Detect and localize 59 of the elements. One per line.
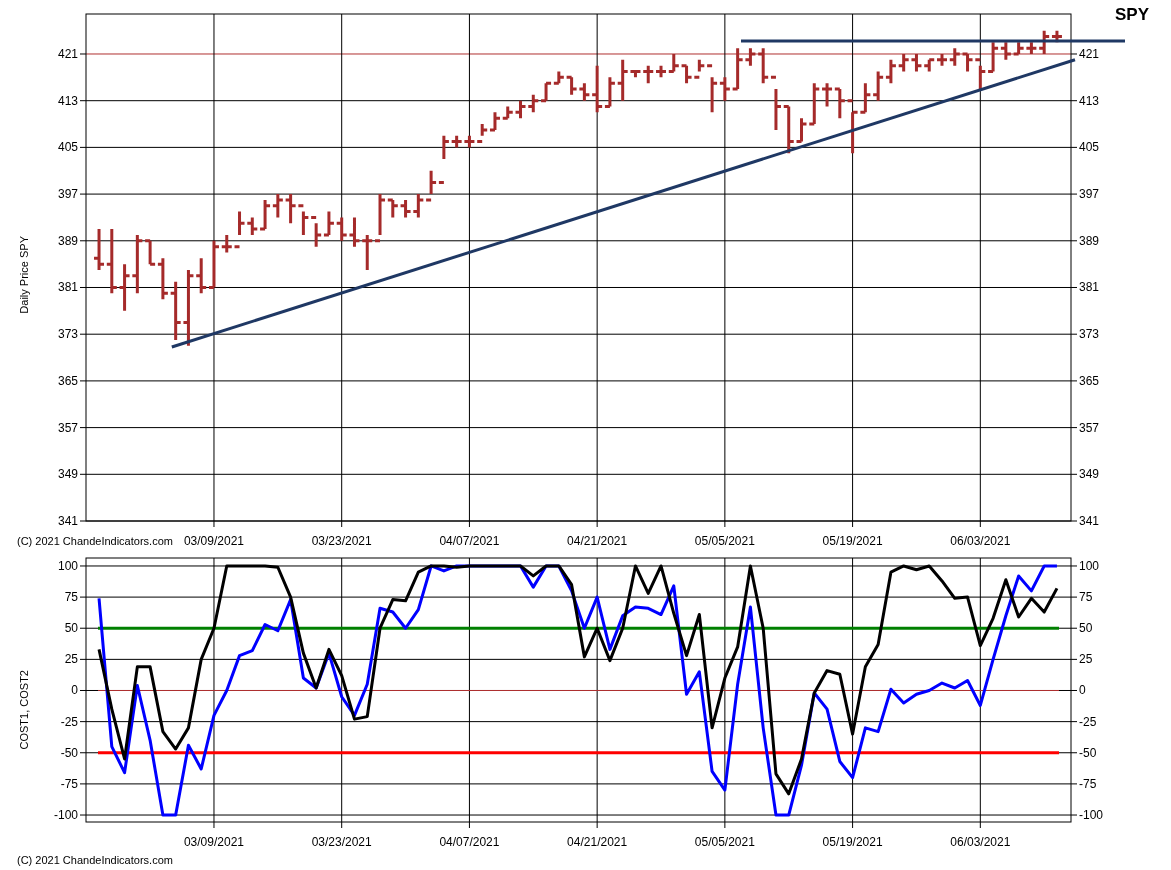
y-tick-label: 421: [57, 47, 78, 61]
y-tick-label: 0: [1079, 683, 1086, 698]
y-tick-label: 349: [1079, 467, 1100, 482]
y-tick-label: -100: [1079, 808, 1104, 823]
y-tick-label: 373: [1079, 327, 1100, 342]
y-tick-label: -50: [60, 745, 78, 760]
y-tick-label: 397: [1079, 187, 1100, 202]
y-tick-label: 341: [1079, 514, 1100, 528]
y-tick-label: 357: [1079, 420, 1100, 435]
y-tick-label: -75: [60, 776, 78, 791]
x-tick-label: 05/19/2021: [822, 835, 883, 849]
y-tick-label: 75: [64, 590, 78, 605]
x-tick-label: 03/23/2021: [311, 534, 372, 548]
y-tick-label: 373: [57, 327, 78, 342]
y-tick-label: 25: [1079, 652, 1093, 667]
y-tick-label: 413: [1079, 93, 1100, 108]
x-tick-label: 04/07/2021: [439, 835, 500, 849]
y-tick-label: 389: [1079, 233, 1100, 248]
copyright-text: (C) 2021 ChandeIndicators.com: [17, 854, 173, 866]
y-tick-label: 100: [1079, 558, 1100, 573]
y-tick-label: -50: [1079, 745, 1097, 760]
y-tick-label: 357: [57, 420, 78, 435]
y-tick-label: 100: [57, 558, 78, 573]
x-tick-label: 03/23/2021: [311, 835, 372, 849]
y-axis-title: COST1, COST2: [17, 670, 31, 750]
y-tick-label: 389: [57, 233, 78, 248]
y-tick-label: 365: [57, 373, 78, 388]
y-tick-label: 0: [71, 683, 78, 698]
x-tick-label: 04/07/2021: [439, 534, 500, 548]
x-tick-label: 03/09/2021: [183, 835, 244, 849]
y-tick-label: 405: [57, 140, 78, 155]
y-tick-label: 381: [1079, 280, 1100, 295]
y-tick-label: 75: [1079, 590, 1093, 605]
copyright-text: (C) 2021 ChandeIndicators.com: [17, 535, 173, 547]
y-tick-label: 341: [57, 514, 78, 528]
x-tick-label: 04/21/2021: [567, 835, 628, 849]
y-tick-label: 50: [1079, 621, 1093, 636]
y-tick-label: 413: [57, 93, 78, 108]
x-tick-label: 05/05/2021: [694, 835, 755, 849]
y-tick-label: -75: [1079, 776, 1097, 791]
symbol-title: SPY: [1115, 5, 1150, 24]
y-tick-label: 421: [1079, 47, 1100, 61]
y-tick-label: 397: [57, 187, 78, 202]
x-tick-label: 05/05/2021: [694, 534, 755, 548]
y-tick-label: 349: [57, 467, 78, 482]
x-tick-label: 06/03/2021: [950, 534, 1011, 548]
y-axis-title: Daily Price SPY: [17, 236, 31, 314]
y-tick-label: 50: [64, 621, 78, 636]
x-tick-label: 04/21/2021: [567, 534, 628, 548]
y-tick-label: -100: [53, 808, 78, 823]
x-tick-label: 05/19/2021: [822, 534, 883, 548]
y-tick-label: 381: [57, 280, 78, 295]
y-tick-label: 25: [64, 652, 78, 667]
x-tick-label: 03/09/2021: [183, 534, 244, 548]
x-tick-label: 06/03/2021: [950, 835, 1011, 849]
y-tick-label: 405: [1079, 140, 1100, 155]
y-tick-label: -25: [1079, 714, 1097, 729]
y-tick-label: 365: [1079, 373, 1100, 388]
y-tick-label: -25: [60, 714, 78, 729]
